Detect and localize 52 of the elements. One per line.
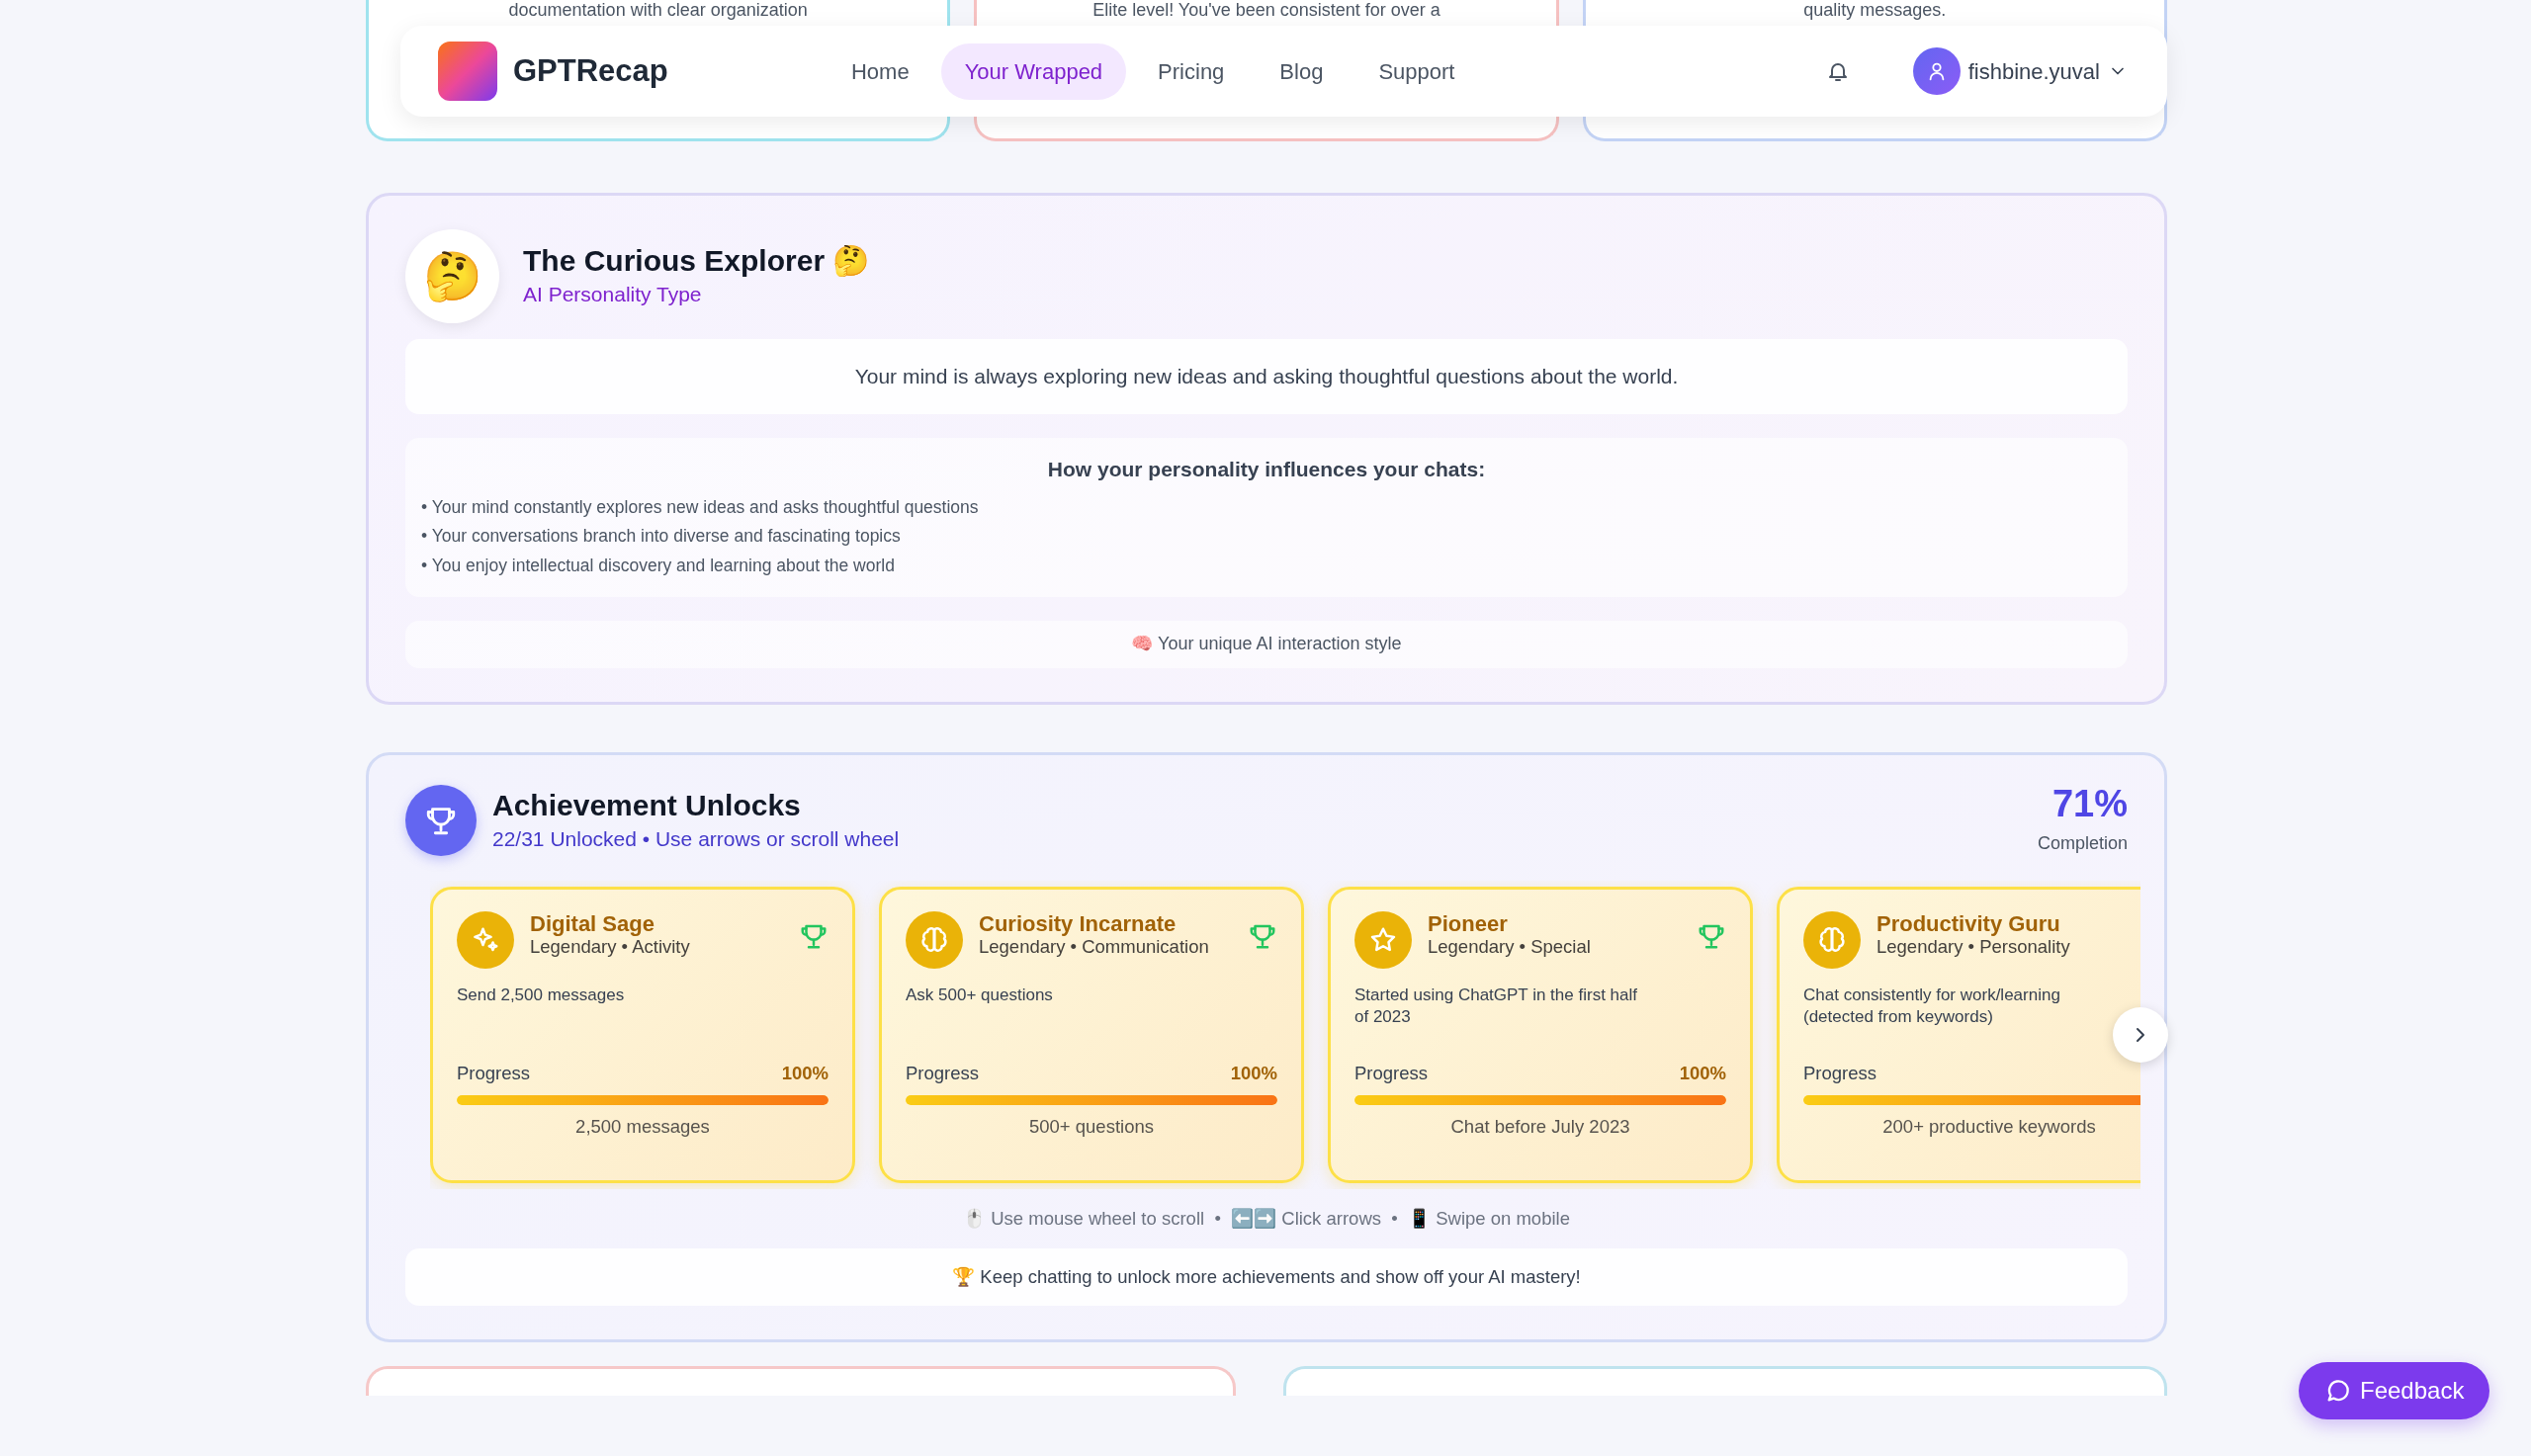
achievement-meta: Legendary • Activity bbox=[530, 936, 691, 959]
achievement-description: Ask 500+ questions bbox=[906, 984, 1054, 1006]
progress-label: Progress bbox=[906, 1061, 980, 1085]
achievement-name: Productivity Guru bbox=[1876, 910, 2061, 937]
achievement-meta: Legendary • Special bbox=[1428, 936, 1592, 959]
achievements-subtitle: 22/31 Unlocked • Use arrows or scroll wheel bbox=[492, 825, 901, 852]
influence-heading: How your personality influences your chats: bbox=[1046, 457, 1487, 482]
brain-icon bbox=[919, 924, 949, 955]
scroll-hints: 🖱 Use mouse wheel to scroll • ⬅➡ Click arrows • 📱 Swipe on mobile bbox=[963, 1206, 1570, 1231]
personality-description: Your mind is always exploring new ideas and asking thoughtful questions about the world. bbox=[854, 364, 1679, 390]
card-text: documentation with clear organization bbox=[508, 1, 808, 19]
progress-value: 100% bbox=[1679, 1061, 1726, 1085]
achievement-name: Digital Sage bbox=[530, 910, 655, 937]
progress-value: 100% bbox=[781, 1061, 829, 1085]
feedback-button[interactable]: Feedback bbox=[2299, 1362, 2490, 1419]
achievement-target: 2,500 messages bbox=[574, 1114, 711, 1139]
nav-link[interactable]: Home bbox=[828, 43, 933, 100]
influence-item: • Your mind constantly explores new ideas and asks thoughtful questions bbox=[421, 495, 980, 519]
progress-label: Progress bbox=[457, 1061, 531, 1085]
logo-icon[interactable] bbox=[438, 42, 497, 101]
achievement-meta: Legendary • Personality bbox=[1876, 936, 2071, 959]
progress-label: Progress bbox=[1354, 1061, 1429, 1085]
brand-name[interactable]: GPTRecap bbox=[513, 47, 668, 95]
achievement-target: 500+ questions bbox=[1028, 1114, 1155, 1139]
emoji-avatar: 🤔 bbox=[405, 229, 499, 323]
completion-label: Completion bbox=[2037, 831, 2128, 855]
user-menu[interactable]: fishbine.yuval bbox=[1912, 47, 2128, 95]
card-text: quality messages. bbox=[1803, 1, 1947, 19]
nav-link[interactable]: Blog bbox=[1256, 43, 1348, 100]
progress-label: Progress bbox=[1803, 1061, 1877, 1085]
style-caption: 🧠 Your unique AI interaction style bbox=[1131, 633, 1402, 656]
achievement-name: Curiosity Incarnate bbox=[979, 910, 1178, 937]
personality-subtitle: AI Personality Type bbox=[523, 281, 703, 307]
achievement-description: Chat consistently for work/learning (detected from keywords) bbox=[1803, 984, 2061, 1028]
achievement-target: 200+ productive keywords bbox=[1881, 1114, 2097, 1139]
influence-item: • You enjoy intellectual discovery and learning about the world bbox=[421, 555, 896, 577]
achievement-description: Started using ChatGPT in the first half of 2023 bbox=[1354, 984, 1638, 1028]
personality-title: The Curious Explorer 🤔 bbox=[523, 242, 870, 279]
achievement-description: Send 2,500 messages bbox=[457, 984, 626, 1006]
nav-link[interactable]: Your Wrapped bbox=[940, 43, 1127, 100]
nav-link[interactable]: Pricing bbox=[1134, 43, 1249, 100]
brain-icon bbox=[1817, 924, 1847, 955]
achievement-target: Chat before July 2023 bbox=[1449, 1114, 1631, 1139]
nav-link[interactable]: Support bbox=[1354, 43, 1479, 100]
progress-value: 100% bbox=[1230, 1061, 1277, 1085]
card-text: Elite level! You've been consistent for over a bbox=[1092, 1, 1440, 19]
completion-percent: 71% bbox=[2051, 784, 2128, 822]
achievement-meta: Legendary • Communication bbox=[979, 936, 1210, 959]
achievements-title: Achievement Unlocks bbox=[492, 787, 802, 823]
achievement-name: Pioneer bbox=[1428, 910, 1509, 937]
tip-text: 🏆 Keep chatting to unlock more achievements and show off your AI mastery! bbox=[952, 1264, 1581, 1289]
influence-item: • Your conversations branch into diverse and fascinating topics bbox=[421, 525, 902, 549]
